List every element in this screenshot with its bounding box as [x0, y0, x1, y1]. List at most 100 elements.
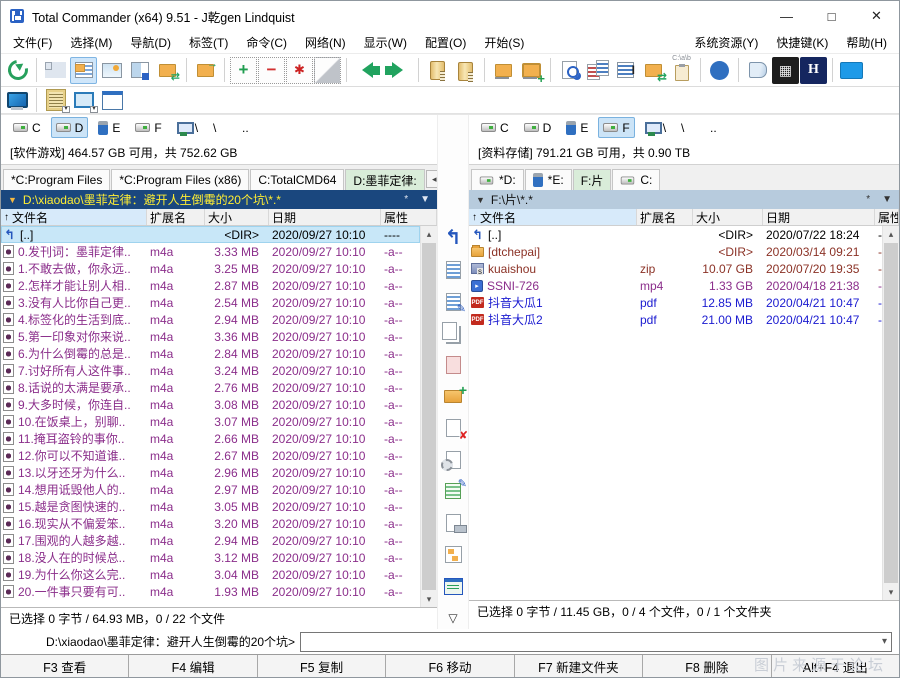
path-dropdown-icon[interactable]: ▼ — [8, 195, 17, 205]
file-properties-button[interactable] — [441, 448, 465, 471]
minimize-button[interactable]: — — [764, 1, 809, 31]
folder-tab[interactable]: C:TotalCMD64 — [250, 169, 344, 190]
column-header-3[interactable]: 日期 — [269, 209, 381, 225]
drive-button-F[interactable]: F — [130, 117, 166, 138]
folder-tab[interactable]: *C:Program Files (x86) — [111, 169, 249, 190]
file-row[interactable]: 20.一件事只要有可..m4a1.93 MB2020/09/27 10:10-a… — [1, 583, 420, 600]
column-header-1[interactable]: 扩展名 — [637, 209, 693, 225]
menu-item[interactable]: 网络(N) — [296, 32, 355, 53]
refresh-icon[interactable] — [4, 57, 31, 84]
drive-button-[interactable]: .. — [705, 117, 729, 138]
close-button[interactable]: ✕ — [854, 1, 899, 31]
column-header-0[interactable]: ↑文件名 — [469, 209, 637, 225]
delete-file-button[interactable] — [441, 417, 465, 440]
sync-dirs-icon[interactable] — [640, 57, 667, 84]
fkey-button[interactable]: F6 移动 — [386, 655, 514, 677]
drive-button-[interactable]: \ — [172, 117, 203, 138]
column-header-2[interactable]: 大小 — [693, 209, 763, 225]
pack-icon[interactable] — [424, 57, 451, 84]
column-header-4[interactable]: 属性 — [875, 209, 899, 225]
directory-row[interactable]: ↰[..]<DIR>2020/07/22 18:24---- — [469, 226, 882, 243]
print-file-button[interactable] — [441, 511, 465, 534]
fkey-button[interactable]: F5 复制 — [258, 655, 386, 677]
file-row[interactable]: 11.掩耳盗铃的事你..m4a2.66 MB2020/09/27 10:10-a… — [1, 430, 420, 447]
invert-selection-icon[interactable] — [314, 57, 341, 84]
search-icon[interactable] — [556, 57, 583, 84]
drive-button-[interactable]: \ — [640, 117, 671, 138]
scroll-down-icon[interactable]: ▾ — [421, 591, 437, 607]
right-path-bar[interactable]: ▼ F:\片\*.* * ▼ — [469, 190, 899, 209]
network-map-icon[interactable]: + — [518, 57, 545, 84]
menu-item[interactable]: 显示(W) — [355, 32, 416, 53]
path-menu-button[interactable]: ▼ — [420, 194, 430, 205]
folder-tab[interactable]: F:片 — [573, 169, 612, 190]
command-line-input[interactable]: ▾ — [300, 632, 892, 652]
file-row[interactable]: 18.没人在的时候总..m4a3.12 MB2020/09/27 10:10-a… — [1, 549, 420, 566]
scroll-up-icon[interactable]: ▴ — [421, 226, 437, 242]
brief-view-icon[interactable] — [42, 57, 69, 84]
command-history-dropdown-icon[interactable]: ▾ — [882, 636, 887, 647]
drive-button-C[interactable]: C — [8, 117, 46, 138]
drive-button-[interactable]: \ — [208, 117, 232, 138]
folder-tab[interactable]: *E: — [525, 169, 572, 190]
select-plus-icon[interactable] — [230, 57, 257, 84]
file-row[interactable]: ▸SSNI-726mp41.33 GB2020/04/18 21:38-a-- — [469, 277, 882, 294]
file-row[interactable]: 6.为什么倒霉的总是..m4a2.84 MB2020/09/27 10:10-a… — [1, 345, 420, 362]
column-header-4[interactable]: 属性 — [381, 209, 437, 225]
view-file-button[interactable] — [441, 259, 465, 282]
drive-button-E[interactable]: E — [561, 117, 593, 138]
multi-rename-icon[interactable] — [612, 57, 639, 84]
edit-comment-button[interactable] — [441, 480, 465, 503]
list-view-button[interactable] — [441, 575, 465, 598]
scroll-down-icon[interactable]: ▾ — [883, 584, 899, 600]
tree-panel-icon[interactable] — [154, 57, 181, 84]
file-row[interactable]: 9.大多时候，你连自..m4a3.08 MB2020/09/27 10:10-a… — [1, 396, 420, 413]
file-row[interactable]: 3.没有人比你自己更..m4a2.54 MB2020/09/27 10:10-a… — [1, 294, 420, 311]
unpack-icon[interactable] — [452, 58, 479, 85]
fkey-button[interactable]: F3 查看 — [1, 655, 129, 677]
menu-item[interactable]: 文件(F) — [4, 32, 61, 53]
maximize-button[interactable]: □ — [809, 1, 854, 31]
drive-button-D[interactable]: D — [51, 117, 89, 138]
fkey-button[interactable]: F4 编辑 — [129, 655, 257, 677]
menu-item[interactable]: 帮助(H) — [837, 32, 896, 53]
column-header-2[interactable]: 大小 — [205, 209, 269, 225]
file-row[interactable]: 16.现实从不偏爱笨..m4a3.20 MB2020/09/27 10:10-a… — [1, 515, 420, 532]
fkey-button[interactable]: F7 新建文件夹 — [515, 655, 643, 677]
forward-icon[interactable] — [383, 57, 413, 84]
path-menu-button[interactable]: ▼ — [882, 194, 892, 205]
new-folder-button[interactable] — [441, 385, 465, 408]
file-row[interactable]: 2.怎样才能让别人相..m4a2.87 MB2020/09/27 10:10-a… — [1, 277, 420, 294]
drive-button-C[interactable]: C — [476, 117, 514, 138]
scroll-up-icon[interactable]: ▴ — [883, 226, 899, 242]
file-row[interactable]: 19.为什么你这么完..m4a3.04 MB2020/09/27 10:10-a… — [1, 566, 420, 583]
select-minus-icon[interactable] — [258, 57, 285, 84]
right-scroll-thumb[interactable] — [884, 243, 898, 583]
folder-tab[interactable]: D:墨菲定律: — [345, 169, 424, 190]
fullscreen-icon[interactable] — [838, 57, 865, 84]
computer-icon[interactable] — [4, 88, 30, 112]
left-scroll-thumb[interactable] — [422, 243, 436, 590]
back-icon[interactable] — [352, 57, 382, 84]
file-row[interactable]: 0.发刊词：墨菲定律..m4a3.33 MB2020/09/27 10:10-a… — [1, 243, 420, 260]
left-path-bar[interactable]: ▼ D:\xiaodao\墨菲定律：避开人生倒霉的20个坑\*.* * ▼ — [1, 190, 437, 209]
path-star-button[interactable]: * — [404, 194, 408, 205]
drive-button-[interactable]: \ — [676, 117, 700, 138]
more-button[interactable] — [441, 606, 465, 629]
directory-row[interactable]: ↰[..]<DIR>2020/09/27 10:10---- — [1, 226, 420, 243]
menu-item[interactable]: 导航(D) — [121, 32, 180, 53]
file-row[interactable]: 15.越是贪图快速的..m4a3.05 MB2020/09/27 10:10-a… — [1, 498, 420, 515]
column-header-0[interactable]: ↑文件名 — [1, 209, 147, 225]
menu-item[interactable]: 标签(T) — [180, 32, 237, 53]
column-header-3[interactable]: 日期 — [763, 209, 875, 225]
fkey-button[interactable]: Alt+F4 退出 — [772, 655, 899, 677]
clipboard-icon[interactable]: C:\a\b — [668, 57, 695, 84]
folder-tab[interactable]: C: — [612, 169, 660, 190]
drive-button-D[interactable]: D — [519, 117, 557, 138]
drive-button-F[interactable]: F — [598, 117, 634, 138]
tree-view-button[interactable] — [441, 543, 465, 566]
new-window-icon[interactable] — [99, 88, 125, 112]
calculator-icon[interactable] — [772, 57, 799, 84]
thumbnail-view-icon[interactable] — [98, 57, 125, 84]
notes-icon[interactable] — [744, 57, 771, 84]
